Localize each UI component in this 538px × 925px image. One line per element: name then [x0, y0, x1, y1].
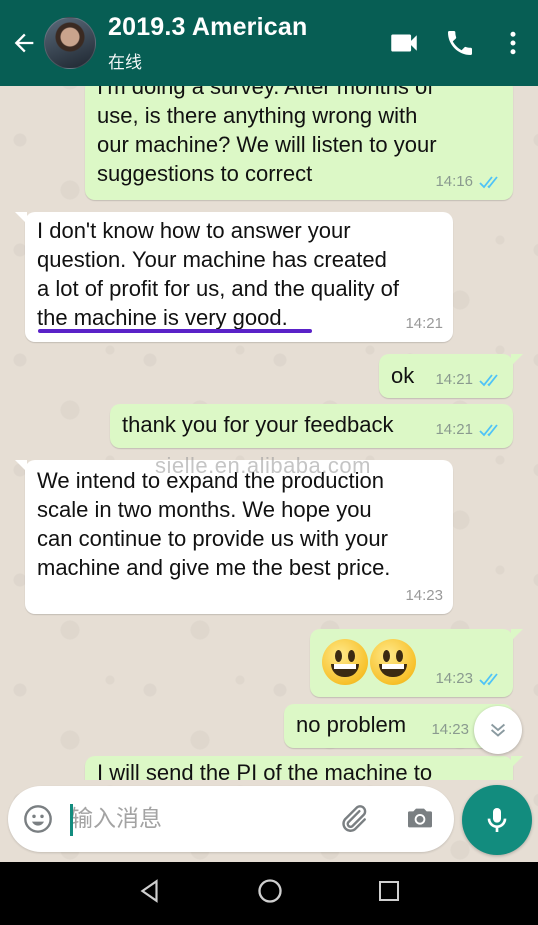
- nav-home-button[interactable]: [256, 877, 284, 910]
- message-time: 14:21: [435, 421, 473, 438]
- more-options-button[interactable]: [488, 0, 538, 86]
- voice-message-button[interactable]: [462, 785, 532, 855]
- message-time: 14:21: [435, 371, 473, 388]
- message-meta: 14:23: [435, 664, 503, 693]
- message-bubble-outgoing[interactable]: I will send the PI of the machine to: [85, 756, 523, 780]
- message-meta: 14:21: [435, 415, 503, 444]
- message-line: no problem: [296, 712, 407, 737]
- message-bubble-outgoing[interactable]: ok 14:21: [379, 354, 523, 398]
- video-call-button[interactable]: [376, 0, 432, 86]
- camera-button[interactable]: [404, 802, 436, 839]
- nav-recents-button[interactable]: [377, 879, 401, 908]
- double-check-icon: [479, 423, 498, 436]
- double-check-icon: [479, 175, 498, 188]
- message-line: I will send the PI of the machine to: [97, 760, 433, 780]
- text-caret: [70, 804, 73, 836]
- back-button[interactable]: [4, 0, 44, 86]
- bubble-tail: [511, 756, 523, 768]
- contact-status: 在线: [108, 53, 142, 73]
- message-line: scale in two months. We hope you: [37, 497, 372, 522]
- emoji-icon: [24, 805, 52, 833]
- scroll-to-bottom-button[interactable]: [474, 706, 522, 754]
- message-meta: 14:16: [435, 167, 503, 196]
- contact-avatar[interactable]: [44, 17, 96, 69]
- message-time: 14:23: [435, 670, 473, 687]
- message-line: our machine? We will listen to your: [97, 132, 437, 157]
- message-meta: 14:21: [405, 309, 443, 338]
- message-bubble-incoming[interactable]: I don't know how to answer your question…: [15, 212, 453, 342]
- grinning-face-emoji: [322, 639, 368, 685]
- bubble-tail: [511, 629, 523, 641]
- circle-home-icon: [258, 879, 282, 903]
- highlight-underline: [38, 329, 312, 333]
- message-line: use, is there anything wrong with: [97, 103, 418, 128]
- chat-header: 2019.3 American 在线: [0, 0, 538, 86]
- contact-name: 2019.3 American: [108, 13, 308, 41]
- message-meta: 14:23: [405, 581, 443, 610]
- message-composer: [8, 786, 454, 852]
- message-line: question. Your machine has created: [37, 247, 387, 272]
- message-line: I'm doing a survey. After months of: [97, 86, 434, 99]
- message-bubble-outgoing[interactable]: I'm doing a survey. After months of use,…: [85, 86, 513, 200]
- emoji-button[interactable]: [22, 803, 54, 840]
- bubble-tail: [15, 212, 27, 224]
- contact-info[interactable]: 2019.3 American 在线: [108, 13, 376, 73]
- mic-icon: [487, 808, 507, 832]
- message-line: machine and give me the best price.: [37, 555, 391, 580]
- double-check-icon: [479, 672, 498, 685]
- voice-call-button[interactable]: [432, 0, 488, 86]
- message-bubble-incoming[interactable]: We intend to expand the production scale…: [15, 460, 453, 614]
- message-list[interactable]: I'm doing a survey. After months of use,…: [0, 86, 538, 780]
- message-meta: 14:23: [431, 715, 469, 744]
- watermark: sielle.en.alibaba.com: [155, 453, 371, 478]
- more-vert-icon: [510, 31, 516, 55]
- bubble-tail: [15, 460, 27, 472]
- triangle-back-icon: [140, 879, 158, 903]
- double-check-icon: [479, 373, 498, 386]
- message-line: the machine is very good.: [37, 305, 288, 330]
- phone-icon: [448, 31, 472, 55]
- system-navigation-bar: [0, 862, 538, 925]
- message-time: 14:16: [435, 173, 473, 190]
- message-input[interactable]: [70, 800, 320, 838]
- back-arrow-icon: [14, 33, 34, 53]
- bubble-tail: [511, 354, 523, 366]
- attach-button[interactable]: [336, 802, 370, 841]
- video-call-icon: [391, 34, 417, 52]
- message-time: 14:21: [405, 315, 443, 332]
- camera-icon: [408, 808, 432, 828]
- grinning-face-emoji: [370, 639, 416, 685]
- message-line: can continue to provide us with your: [37, 526, 388, 551]
- message-time: 14:23: [405, 587, 443, 604]
- square-recents-icon: [379, 881, 400, 901]
- attach-icon: [342, 805, 367, 832]
- message-meta: 14:21: [435, 365, 503, 394]
- nav-back-button[interactable]: [137, 878, 163, 909]
- message-line: I don't know how to answer your: [37, 218, 351, 243]
- chevron-double-down-icon: [490, 723, 506, 737]
- message-time: 14:23: [431, 721, 469, 738]
- message-bubble-outgoing[interactable]: thank you for your feedback 14:21: [110, 404, 513, 448]
- message-line: a lot of profit for us, and the quality …: [37, 276, 399, 301]
- message-bubble-outgoing[interactable]: 14:23: [310, 629, 523, 697]
